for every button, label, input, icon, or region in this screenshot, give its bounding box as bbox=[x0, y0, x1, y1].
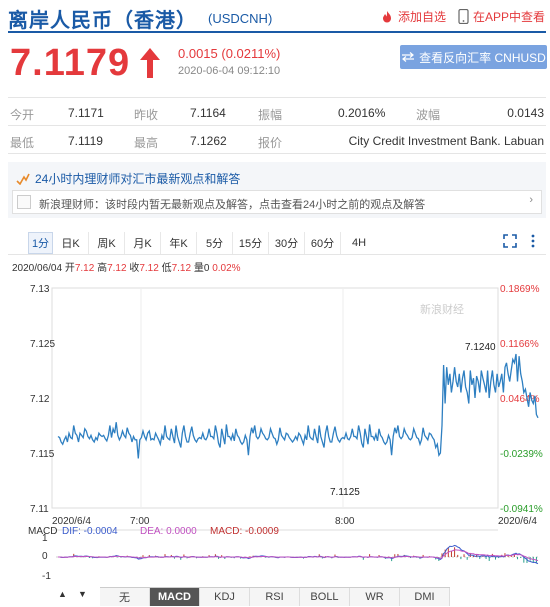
y-tick-label: 7.125 bbox=[30, 339, 55, 350]
tab-4h[interactable]: 4H bbox=[341, 232, 377, 254]
indicator-tab-none[interactable]: 无 bbox=[100, 588, 150, 606]
tabs-divider bbox=[8, 254, 546, 255]
tab-1min[interactable]: 1分 bbox=[28, 232, 53, 254]
macd-y-tick: 0 bbox=[42, 551, 48, 562]
y-tick-label: 7.13 bbox=[30, 284, 50, 295]
advisor-news-title: 24小时内理财师对汇市最新观点和解答 bbox=[35, 172, 241, 186]
indicator-tab-rsi[interactable]: RSI bbox=[250, 588, 300, 606]
advisor-news-text: 新浪理财师：该时段内暂无最新观点及解答，点击查看24小时之前的观点及解答 bbox=[39, 199, 426, 211]
reverse-rate-label: 查看反向汇率 CNHUSD bbox=[419, 50, 546, 65]
tab-weekly-k[interactable]: 周K bbox=[89, 232, 125, 254]
indicator-tab-wr[interactable]: WR bbox=[350, 588, 400, 606]
stat-value: 0.0143 bbox=[507, 106, 544, 120]
up-arrow-icon bbox=[140, 48, 160, 78]
pct-tick-label: -0.0941% bbox=[500, 504, 543, 515]
tab-30min[interactable]: 30分 bbox=[269, 232, 305, 254]
stat-value: 7.1164 bbox=[190, 106, 226, 120]
swap-icon bbox=[402, 52, 415, 62]
macd-value: MACD: -0.0009 bbox=[210, 526, 279, 537]
advisor-news-panel: 24小时内理财师对汇市最新观点和解答 新浪理财师：该时段内暂无最新观点及解答，点… bbox=[8, 162, 546, 218]
stat-label: 最低 bbox=[10, 136, 35, 150]
macd-dea: DEA: 0.0000 bbox=[140, 526, 197, 537]
stats-row: 最低 7.1119 最高 7.1262 报价 City Credit Inves… bbox=[8, 126, 546, 154]
view-in-app-label: 在APP中查看 bbox=[473, 10, 546, 24]
chevron-right-icon: › bbox=[529, 194, 533, 206]
macd-dif: DIF: -0.0004 bbox=[62, 526, 118, 537]
y-tick-label: 7.115 bbox=[30, 449, 55, 460]
macd-dea-line bbox=[58, 549, 539, 562]
stat-label: 昨收 bbox=[134, 108, 159, 122]
stats-row: 今开 7.1171 昨收 7.1164 振幅 0.2016% 波幅 0.0143 bbox=[8, 98, 546, 126]
watermark: 新浪财经 bbox=[420, 302, 464, 316]
stat-label: 振幅 bbox=[258, 108, 283, 122]
page-title: 离岸人民币（香港） bbox=[8, 10, 197, 32]
more-icon[interactable] bbox=[530, 234, 536, 248]
stat-value: 0.2016% bbox=[338, 106, 386, 120]
x-tick-label: 2020/6/4 bbox=[498, 516, 537, 527]
indicator-tab-dmi[interactable]: DMI bbox=[400, 588, 450, 606]
tab-5min[interactable]: 5分 bbox=[197, 232, 233, 254]
high-annotation: 7.1240 bbox=[465, 342, 496, 353]
reverse-rate-button[interactable]: 查看反向汇率 CNHUSD bbox=[400, 45, 547, 69]
stat-label: 最高 bbox=[134, 136, 159, 150]
advisor-news-item[interactable]: 新浪理财师：该时段内暂无最新观点及解答，点击查看24小时之前的观点及解答 › bbox=[12, 190, 542, 214]
tab-15min[interactable]: 15分 bbox=[233, 232, 269, 254]
macd-y-tick: 1 bbox=[42, 533, 48, 544]
fullscreen-icon[interactable] bbox=[503, 234, 517, 248]
scroll-left-button[interactable]: ▲ bbox=[58, 589, 67, 599]
header-divider bbox=[8, 31, 546, 33]
macd-dif-line bbox=[58, 544, 539, 565]
phone-icon bbox=[458, 9, 469, 24]
y-tick-label: 7.12 bbox=[30, 394, 50, 405]
stat-value: 7.1119 bbox=[68, 134, 103, 148]
add-favorite-button[interactable]: 添加自选 bbox=[380, 8, 446, 25]
indicator-tab-kdj[interactable]: KDJ bbox=[200, 588, 250, 606]
pct-tick-label: 0.1166% bbox=[500, 339, 539, 350]
avatar bbox=[17, 195, 31, 209]
stat-label: 波幅 bbox=[416, 108, 441, 122]
stat-value: 7.1171 bbox=[68, 106, 104, 120]
current-price: 7.1179 bbox=[10, 42, 131, 84]
advisor-news-link[interactable]: 24小时内理财师对汇市最新观点和解答 bbox=[16, 170, 240, 187]
scroll-right-button[interactable]: ▼ bbox=[78, 589, 87, 599]
y-tick-label: 7.11 bbox=[30, 504, 49, 515]
price-chart[interactable]: 7.137.1257.127.1157.110.1869%0.1166%0.04… bbox=[0, 270, 550, 586]
stat-value: 7.1262 bbox=[190, 134, 227, 148]
stats-table: 今开 7.1171 昨收 7.1164 振幅 0.2016% 波幅 0.0143… bbox=[8, 97, 546, 154]
tab-monthly-k[interactable]: 月K bbox=[125, 232, 161, 254]
header: 离岸人民币（香港） (USDCNH) 添加自选 在APP中查看 bbox=[0, 0, 550, 32]
price-change: 0.0015 (0.0211%) bbox=[178, 46, 281, 61]
pct-tick-label: 0.1869% bbox=[500, 284, 540, 295]
add-favorite-label: 添加自选 bbox=[398, 10, 447, 24]
tab-yearly-k[interactable]: 年K bbox=[161, 232, 197, 254]
stat-value: City Credit Investment Bank. Labuan bbox=[348, 134, 544, 148]
price-line bbox=[57, 353, 539, 459]
indicator-tab-boll[interactable]: BOLL bbox=[300, 588, 350, 606]
tab-60min[interactable]: 60分 bbox=[305, 232, 341, 254]
symbol-code: (USDCNH) bbox=[208, 11, 273, 26]
quote-timestamp: 2020-06-04 09:12:10 bbox=[178, 65, 281, 77]
trend-icon bbox=[16, 173, 30, 185]
indicator-tabs: 无 MACD KDJ RSI BOLL WR DMI bbox=[100, 587, 450, 606]
stat-label: 今开 bbox=[10, 108, 35, 122]
x-tick-label: 8:00 bbox=[335, 516, 355, 527]
indicator-tab-macd[interactable]: MACD bbox=[150, 588, 200, 606]
flame-icon bbox=[383, 10, 391, 22]
pct-tick-label: -0.0239% bbox=[500, 449, 543, 460]
view-in-app-button[interactable]: 在APP中查看 bbox=[458, 8, 545, 25]
stat-label: 报价 bbox=[258, 136, 283, 150]
macd-y-tick: -1 bbox=[42, 571, 51, 582]
plot-frame bbox=[51, 287, 499, 509]
low-annotation: 7.1125 bbox=[330, 487, 360, 498]
period-tabs: 1分 日K 周K 月K 年K 5分 15分 30分 60分 4H bbox=[28, 232, 377, 254]
tab-daily-k[interactable]: 日K bbox=[53, 232, 89, 254]
